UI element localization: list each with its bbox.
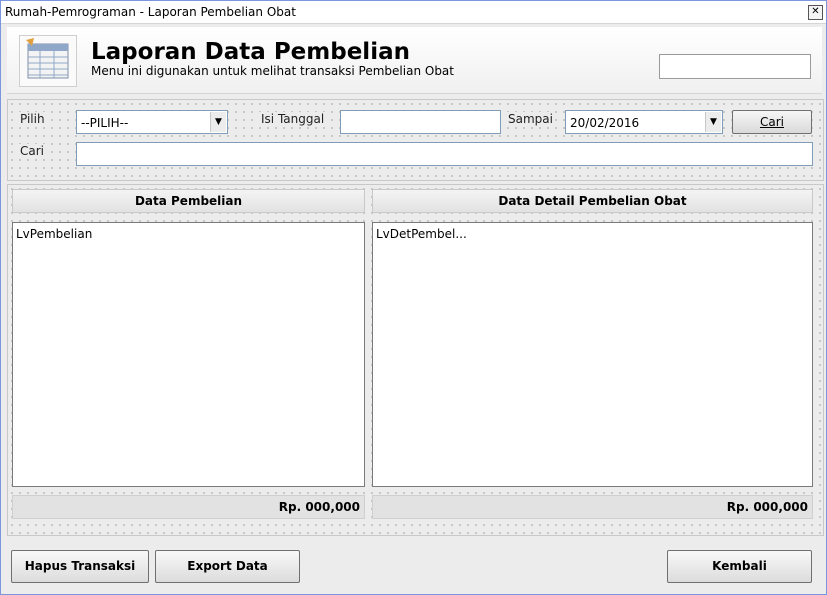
- sampai-value: 20/02/2016: [570, 116, 640, 130]
- detail-list-text: LvDetPembel...: [376, 227, 467, 241]
- cari-button[interactable]: Cari: [732, 110, 812, 134]
- export-data-button[interactable]: Export Data: [155, 550, 300, 583]
- cari-button-label: Cari: [760, 115, 784, 129]
- pembelian-list-text: LvPembelian: [16, 227, 93, 241]
- chevron-down-icon[interactable]: ▼: [705, 112, 721, 132]
- report-table-icon: [19, 35, 77, 87]
- app-window: Rumah-Pemrograman - Laporan Pembelian Ob…: [0, 0, 827, 595]
- chevron-down-icon[interactable]: ▼: [210, 112, 226, 132]
- detail-pembelian-list[interactable]: LvDetPembel...: [372, 222, 813, 487]
- isi-tanggal-label: Isi Tanggal: [259, 112, 327, 126]
- title-bar: Rumah-Pemrograman - Laporan Pembelian Ob…: [1, 1, 826, 24]
- data-panel: Data Pembelian Data Detail Pembelian Oba…: [7, 184, 824, 536]
- cari-label: Cari: [18, 144, 46, 158]
- sampai-label: Sampai: [506, 112, 555, 126]
- sampai-date-picker[interactable]: 20/02/2016 ▼: [565, 110, 723, 134]
- close-icon[interactable]: ✕: [808, 5, 823, 20]
- pilih-value: --PILIH--: [81, 116, 129, 130]
- pembelian-total: Rp. 000,000: [12, 495, 365, 519]
- window-title: Rumah-Pemrograman - Laporan Pembelian Ob…: [5, 5, 296, 19]
- pilih-label: Pilih: [18, 112, 47, 126]
- data-pembelian-header: Data Pembelian: [12, 189, 365, 213]
- page-title: Laporan Data Pembelian: [91, 39, 410, 65]
- pilih-select[interactable]: --PILIH-- ▼: [76, 110, 228, 134]
- kembali-button-label: Kembali: [712, 559, 767, 573]
- filter-panel: Pilih --PILIH-- ▼ Isi Tanggal Sampai 20/…: [7, 99, 824, 181]
- page-header: Laporan Data Pembelian Menu ini digunaka…: [7, 27, 822, 94]
- header-info-field[interactable]: [659, 54, 811, 79]
- cari-input[interactable]: [76, 142, 813, 166]
- data-detail-header: Data Detail Pembelian Obat: [372, 189, 813, 213]
- hapus-transaksi-button[interactable]: Hapus Transaksi: [11, 550, 149, 583]
- detail-total: Rp. 000,000: [372, 495, 813, 519]
- isi-tanggal-input[interactable]: [340, 110, 501, 134]
- page-subtitle: Menu ini digunakan untuk melihat transak…: [91, 64, 454, 78]
- pembelian-list[interactable]: LvPembelian: [12, 222, 365, 487]
- kembali-button[interactable]: Kembali: [667, 550, 812, 583]
